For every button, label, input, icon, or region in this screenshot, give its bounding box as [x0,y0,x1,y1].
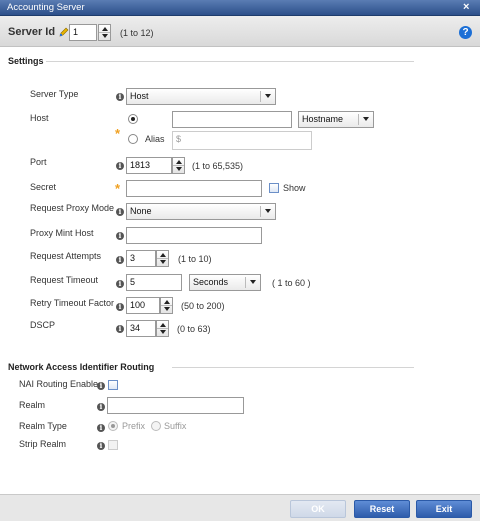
realm-type-prefix-label: Prefix [122,421,146,431]
request-attempts-input[interactable]: 3 [126,250,156,267]
host-radio[interactable] [128,114,138,124]
realm-type-label: Realm Type [19,421,67,431]
alias-input[interactable]: $ [172,131,312,150]
info-icon: i [116,280,124,288]
info-icon: i [97,403,105,411]
request-attempts-hint: (1 to 10) [178,254,212,264]
request-attempts-label: Request Attempts [30,251,102,261]
request-proxy-mode-select[interactable]: None [126,203,276,220]
info-icon: i [97,382,105,390]
proxy-mint-host-label: Proxy Mint Host [30,228,94,238]
port-hint: (1 to 65,535) [192,161,244,171]
realm-type-prefix-radio[interactable] [108,421,118,431]
request-timeout-unit-value: Seconds [193,277,229,287]
retry-timeout-factor-input[interactable]: 100 [126,297,160,314]
realm-type-suffix-radio[interactable] [151,421,161,431]
alias-radio[interactable] [128,134,138,144]
host-input[interactable] [172,111,292,128]
retry-timeout-factor-stepper[interactable] [160,297,173,314]
nai-routing-enable-label: NAI Routing Enable [19,379,99,389]
info-icon: i [116,208,124,216]
request-attempts-stepper[interactable] [156,250,169,267]
strip-realm-label: Strip Realm [19,439,67,449]
dscp-label: DSCP [30,320,56,330]
port-input[interactable]: 1813 [126,157,172,174]
required-star-icon: * [115,181,121,196]
settings-divider [46,61,414,62]
dscp-hint: (0 to 63) [177,324,211,334]
close-icon[interactable]: × [463,1,469,13]
info-icon: i [116,303,124,311]
realm-input[interactable] [107,397,244,414]
realm-label: Realm [19,400,46,410]
secret-label: Secret [30,182,57,192]
host-label: Host [30,113,49,123]
server-type-select[interactable]: Host [126,88,276,105]
request-proxy-mode-label: Request Proxy Mode [30,203,115,213]
server-id-label: Server Id [8,26,56,38]
nai-routing-enable-checkbox[interactable] [108,380,118,390]
required-star-icon: * [115,126,121,141]
proxy-mint-host-input[interactable] [126,227,262,244]
info-icon: i [116,325,124,333]
ok-button[interactable]: OK [290,500,346,518]
server-id-hint: (1 to 12) [120,28,154,38]
port-label: Port [30,157,47,167]
settings-heading: Settings [8,56,44,66]
reset-button[interactable]: Reset [354,500,410,518]
alias-label: Alias [145,134,165,144]
exit-button[interactable]: Exit [416,500,472,518]
request-timeout-hint: ( 1 to 60 ) [272,278,311,288]
dscp-input[interactable]: 34 [126,320,156,337]
info-icon: i [116,93,124,101]
realm-type-suffix-label: Suffix [164,421,187,431]
window-title: Accounting Server [7,2,85,13]
show-secret-checkbox[interactable] [269,183,279,193]
server-id-input[interactable]: 1 [69,24,97,41]
show-secret-label: Show [283,183,306,193]
help-icon[interactable]: ? [459,26,472,39]
retry-timeout-factor-label: Retry Timeout Factor [30,298,115,308]
server-type-label: Server Type [30,89,79,99]
info-icon: i [116,232,124,240]
request-timeout-unit-select[interactable]: Seconds [189,274,261,291]
dscp-stepper[interactable] [156,320,169,337]
server-id-stepper[interactable] [98,24,111,41]
retry-timeout-factor-hint: (50 to 200) [181,301,225,311]
host-type-select[interactable]: Hostname [298,111,374,128]
info-icon: i [116,162,124,170]
info-icon: i [116,256,124,264]
strip-realm-checkbox[interactable] [108,440,118,450]
edit-pencil-icon [59,27,69,37]
request-timeout-label: Request Timeout [30,275,99,285]
nai-heading: Network Access Identifier Routing [8,362,155,372]
server-type-value: Host [130,91,149,101]
info-icon: i [97,442,105,450]
port-stepper[interactable] [172,157,185,174]
request-proxy-mode-value: None [130,206,152,216]
secret-input[interactable] [126,180,262,197]
nai-divider [172,367,414,368]
request-timeout-input[interactable]: 5 [126,274,182,291]
host-type-value: Hostname [302,114,344,124]
info-icon: i [97,424,105,432]
